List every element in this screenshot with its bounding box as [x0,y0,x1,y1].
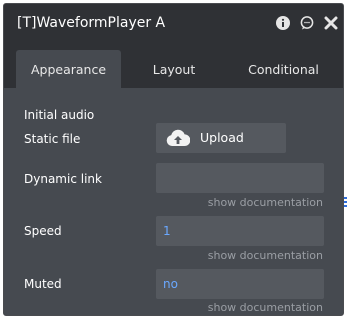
property-editor-panel: [T]WaveformPlayer A Appearance Layout Co… [3,3,344,316]
appearance-content: Initial audio Static file Upload Dynamic… [4,88,343,315]
comment-icon[interactable] [300,16,314,30]
panel-title: [T]WaveformPlayer A [17,15,166,31]
upload-button[interactable]: Upload [156,123,286,153]
muted-show-documentation[interactable]: show documentation [208,301,323,314]
tab-appearance[interactable]: Appearance [16,50,121,88]
upload-button-label: Upload [200,130,244,145]
tab-bar: Appearance Layout Conditional [4,50,343,88]
static-file-label: Static file [24,132,81,146]
panel-header: [T]WaveformPlayer A [4,4,343,44]
dynamic-link-label: Dynamic link [24,172,102,186]
tab-conditional[interactable]: Conditional [226,50,341,88]
speed-input[interactable]: 1 [156,216,324,246]
dynamic-link-input[interactable] [156,163,324,193]
close-icon[interactable] [324,16,338,30]
muted-label: Muted [24,277,62,291]
tab-layout[interactable]: Layout [132,50,216,88]
speed-show-documentation[interactable]: show documentation [208,249,323,262]
section-title-initial-audio: Initial audio [24,108,95,122]
dynamic-link-show-documentation[interactable]: show documentation [208,196,323,209]
speed-label: Speed [24,224,62,238]
info-icon[interactable] [276,16,290,30]
cloud-upload-icon [166,129,190,147]
muted-select[interactable]: no [156,269,324,299]
